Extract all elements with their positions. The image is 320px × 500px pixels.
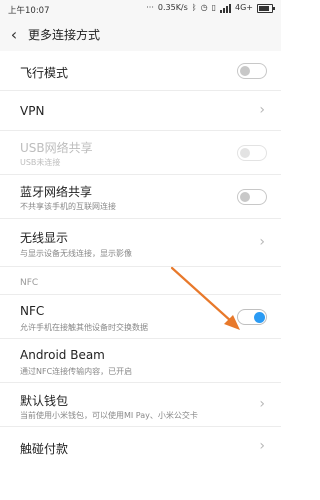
wireless-display-row[interactable]: 无线显示 与显示设备无线连接，显示影像 › xyxy=(0,219,281,267)
network-type: 4G+ xyxy=(235,3,253,12)
bluetooth-icon: ᛒ xyxy=(191,3,197,12)
dots-icon: ··· xyxy=(146,3,154,12)
default-wallet-label: 默认钱包 xyxy=(20,394,69,408)
airplane-mode-label: 飞行模式 xyxy=(20,66,69,80)
airplane-mode-toggle[interactable] xyxy=(237,63,267,79)
nfc-section-header: NFC xyxy=(0,267,281,295)
bluetooth-tethering-toggle[interactable] xyxy=(237,189,267,205)
network-speed: 0.35K/s xyxy=(157,3,188,12)
usb-tethering-toggle xyxy=(237,145,267,161)
usb-tethering-row: USB网络共享 USB未连接 xyxy=(0,131,281,175)
chevron-right-icon: › xyxy=(259,396,265,412)
vibrate-icon: ▯ xyxy=(211,3,216,12)
chevron-right-icon: › xyxy=(259,438,265,454)
nfc-label: NFC xyxy=(20,304,45,318)
settings-list: 飞行模式 VPN › USB网络共享 USB未连接 蓝牙网络共享 不共享该手机的… xyxy=(0,51,281,467)
vpn-row[interactable]: VPN › xyxy=(0,91,281,131)
alarm-icon: ◷ xyxy=(200,3,208,12)
android-beam-label: Android Beam xyxy=(20,348,105,362)
default-wallet-row[interactable]: 默认钱包 当前使用小米钱包，可以使用MI Pay、小米公交卡 › xyxy=(0,383,281,427)
vpn-label: VPN xyxy=(20,104,45,118)
chevron-right-icon: › xyxy=(259,234,265,250)
status-bar: 上午10:07 ··· 0.35K/s ᛒ ◷ ▯ 4G+ xyxy=(0,0,281,17)
nfc-row[interactable]: NFC 允许手机在接触其他设备时交换数据 xyxy=(0,295,281,339)
back-icon[interactable]: ‹ xyxy=(0,25,28,44)
tap-to-pay-row[interactable]: 触碰付款 › xyxy=(0,427,281,467)
usb-tethering-sub: USB未连接 xyxy=(20,158,61,167)
bluetooth-tethering-label: 蓝牙网络共享 xyxy=(20,185,93,199)
tap-to-pay-label: 触碰付款 xyxy=(20,442,69,456)
default-wallet-sub: 当前使用小米钱包，可以使用MI Pay、小米公交卡 xyxy=(20,411,198,420)
page-title: 更多连接方式 xyxy=(28,27,101,42)
signal-icon xyxy=(220,3,231,13)
android-beam-row[interactable]: Android Beam 通过NFC连接传输内容，已开启 xyxy=(0,339,281,383)
status-time: 上午10:07 xyxy=(8,6,50,16)
wireless-display-sub: 与显示设备无线连接，显示影像 xyxy=(20,249,132,258)
airplane-mode-row[interactable]: 飞行模式 xyxy=(0,51,281,91)
nfc-toggle[interactable] xyxy=(237,309,267,325)
nfc-sub: 允许手机在接触其他设备时交换数据 xyxy=(20,323,148,332)
nfc-section-title: NFC xyxy=(20,278,39,288)
battery-icon xyxy=(257,3,275,13)
bluetooth-tethering-sub: 不共享该手机的互联网连接 xyxy=(20,202,116,211)
status-icons: ··· 0.35K/s ᛒ ◷ ▯ 4G+ xyxy=(146,3,275,13)
header-bar: ‹ 更多连接方式 xyxy=(0,17,281,51)
wireless-display-label: 无线显示 xyxy=(20,231,69,245)
usb-tethering-label: USB网络共享 xyxy=(20,141,93,155)
chevron-right-icon: › xyxy=(259,102,265,118)
android-beam-sub: 通过NFC连接传输内容，已开启 xyxy=(20,367,133,376)
bluetooth-tethering-row[interactable]: 蓝牙网络共享 不共享该手机的互联网连接 xyxy=(0,175,281,219)
